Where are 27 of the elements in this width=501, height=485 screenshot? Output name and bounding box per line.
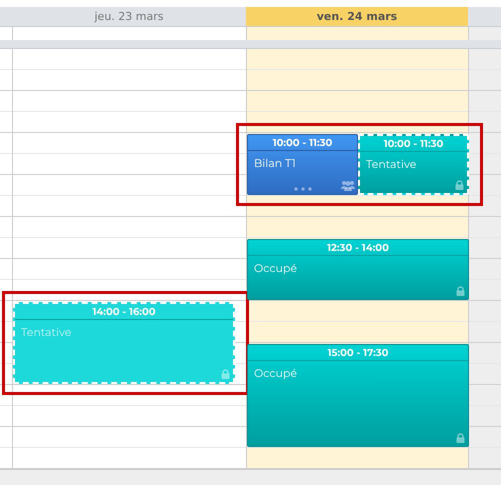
lock-icon (456, 433, 465, 443)
event-time: 14:00 - 16:00 (15, 304, 233, 320)
event-time: 15:00 - 17:30 (248, 345, 468, 361)
event-title: Occupé (253, 260, 298, 275)
all-day-cell[interactable] (246, 27, 468, 40)
event-card[interactable]: 10:00 - 11:30 Bilan T1 (247, 134, 358, 195)
lock-icon (455, 180, 464, 190)
side-panel (468, 27, 501, 40)
lock-icon (221, 369, 230, 379)
dots-icon (294, 187, 312, 191)
event-card[interactable]: 14:00 - 16:00 Tentative (13, 302, 235, 384)
event-title: Bilan T1 (253, 155, 297, 170)
event-title: Tentative (365, 156, 418, 171)
event-title: Tentative (20, 324, 72, 339)
day-header[interactable]: ven. 24 mars (246, 7, 468, 27)
header-corner (0, 7, 12, 27)
event-card[interactable]: 10:00 - 11:30 Tentative (358, 134, 469, 195)
event-time: 12:30 - 14:00 (248, 240, 468, 256)
event-time: 10:00 - 11:30 (360, 136, 467, 152)
day-header[interactable]: jeu. 23 mars (12, 7, 246, 27)
event-time: 10:00 - 11:30 (248, 135, 357, 151)
event-card[interactable]: 15:00 - 17:30 Occupé (247, 344, 469, 447)
event-title: Occupé (253, 365, 298, 380)
event-card[interactable]: 12:30 - 14:00 Occupé (247, 239, 469, 300)
lock-icon (456, 286, 465, 296)
header-corner (468, 7, 501, 27)
people-icon (341, 180, 355, 191)
